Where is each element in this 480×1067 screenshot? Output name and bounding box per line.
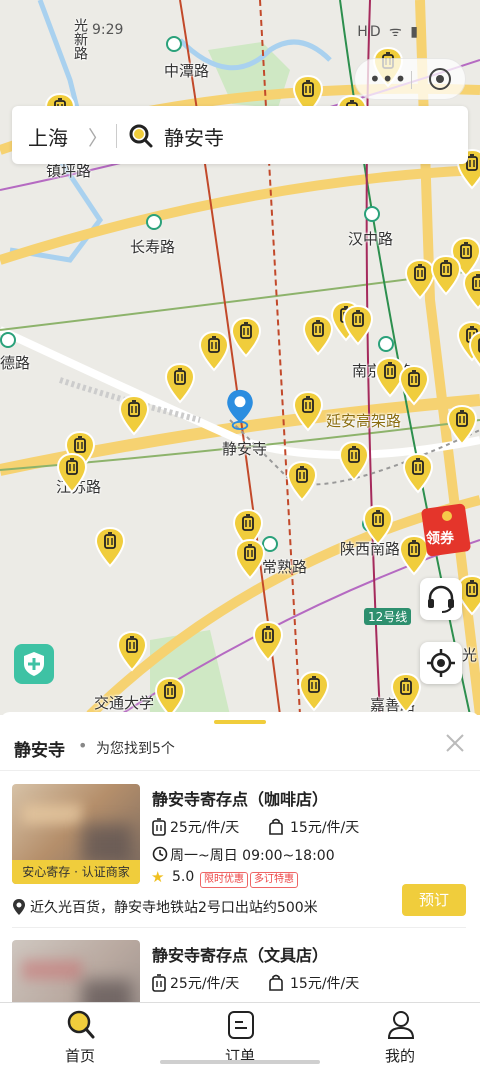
location-pin-icon — [13, 899, 25, 915]
promo-tag: 多订特惠 — [250, 872, 298, 888]
clock-icon — [152, 846, 168, 862]
metro-station-icon — [146, 214, 162, 230]
luggage-pin-icon[interactable] — [362, 504, 394, 546]
store-name[interactable]: 静安寺寄存点（文具店） — [152, 942, 328, 966]
luggage-pin-icon[interactable] — [94, 526, 126, 568]
close-miniprogram-icon[interactable] — [429, 68, 451, 90]
luggage-pin-icon[interactable] — [154, 676, 186, 715]
star-icon: ★ — [151, 868, 165, 886]
status-time: 9:29 — [92, 22, 124, 38]
tab-orders[interactable]: 订单 — [190, 1007, 290, 1067]
tab-home-label: 首页 — [64, 1047, 95, 1065]
luggage-pin-icon[interactable] — [234, 538, 266, 580]
home-indicator — [160, 1060, 320, 1064]
luggage-pin-icon[interactable] — [446, 404, 478, 446]
status-bar: 9:29 HD ᯤ ▮ — [0, 0, 480, 40]
map-label-changshu: 常熟路 — [262, 558, 308, 576]
search-bar[interactable]: 上海 〉 静安寺 — [12, 106, 468, 164]
locate-button[interactable] — [420, 642, 462, 684]
map-label-zhongtan: 中潭路 — [164, 62, 210, 80]
luggage-pin-icon[interactable] — [468, 330, 480, 372]
title-separator-dot: • — [78, 736, 88, 755]
header-divider — [0, 770, 480, 771]
store-rating: 5.0 — [172, 869, 195, 885]
small-bag-price: 15元/件/天 — [290, 976, 360, 992]
luggage-pin-icon[interactable] — [286, 460, 318, 502]
city-selector[interactable]: 上海 — [28, 122, 68, 151]
luggage-pin-icon[interactable] — [342, 304, 374, 346]
small-bag-icon — [269, 974, 283, 991]
tab-home[interactable]: 首页 — [30, 1007, 130, 1067]
map-label-yanan: 延安高架路 — [326, 412, 402, 430]
luggage-pin-icon[interactable] — [118, 394, 150, 436]
shield-plus-icon[interactable] — [14, 644, 54, 684]
coupon-label: 领券 — [426, 531, 454, 547]
capsule-divider — [411, 71, 412, 89]
luggage-pin-icon[interactable] — [56, 452, 88, 494]
tab-profile[interactable]: 我的 — [350, 1007, 450, 1067]
close-icon[interactable] — [444, 732, 466, 754]
book-button[interactable]: 预订 — [402, 884, 466, 916]
luggage-pin-icon[interactable] — [430, 254, 462, 296]
metro-station-icon — [378, 336, 394, 352]
luggage-pin-icon[interactable] — [164, 362, 196, 404]
orders-icon — [228, 1011, 254, 1039]
miniprogram-capsule[interactable]: ••• — [354, 58, 466, 100]
certified-badge: 安心寄存 · 认证商家 — [12, 860, 140, 884]
luggage-pin-icon[interactable] — [402, 452, 434, 494]
luggage-pin-icon[interactable] — [252, 620, 284, 662]
map-label-line12: 12号线 — [364, 608, 412, 625]
customer-service-button[interactable] — [420, 578, 462, 620]
luggage-pin-icon[interactable] — [116, 630, 148, 672]
more-icon[interactable]: ••• — [369, 67, 407, 91]
luggage-pin-icon[interactable] — [462, 268, 480, 310]
store-photo — [12, 940, 140, 1002]
luggage-pin-icon[interactable] — [298, 670, 330, 712]
location-marker-icon — [227, 389, 253, 430]
store-card[interactable]: 安心寄存 · 认证商家 静安寺寄存点（咖啡店） 25元/件/天 15元/件/天 … — [0, 784, 480, 940]
map-label-de: 德路 — [0, 354, 31, 372]
map-label-hanzhong: 汉中路 — [348, 230, 394, 248]
card-divider — [12, 927, 466, 928]
large-luggage-price: 25元/件/天 — [170, 976, 240, 992]
luggage-pin-icon[interactable] — [198, 330, 230, 372]
search-icon — [129, 124, 153, 148]
opening-hours: 周一~周日 09:00~18:00 — [170, 848, 335, 864]
status-indicators: HD ᯤ ▮ — [357, 24, 420, 40]
results-count: 为您找到5个 — [96, 741, 175, 757]
map-label-guang: 光 — [462, 646, 478, 664]
large-luggage-icon — [152, 818, 166, 836]
map-label-jiaotong: 交通大学 — [94, 694, 155, 712]
user-icon — [387, 1011, 415, 1039]
luggage-pin-icon[interactable] — [230, 316, 262, 358]
promo-tag: 限时优惠 — [200, 872, 248, 888]
luggage-pin-icon[interactable] — [398, 364, 430, 406]
large-luggage-icon — [152, 974, 166, 992]
map-label-jingansi: 静安寺 — [222, 440, 268, 458]
coupon-button[interactable]: 领券 — [420, 500, 480, 560]
small-bag-price: 15元/件/天 — [290, 820, 360, 836]
results-sheet[interactable]: 静安寺 • 为您找到5个 安心寄存 · 认证商家 静安寺寄存点（咖啡店） 25元… — [0, 712, 480, 1002]
luggage-pin-icon[interactable] — [292, 390, 324, 432]
sheet-drag-handle[interactable] — [214, 720, 266, 724]
search-divider — [116, 124, 117, 148]
store-address: 近久光百货，静安寺地铁站2号口出站约500米 — [30, 900, 318, 916]
map-label-changshou: 长寿路 — [130, 238, 176, 256]
store-card[interactable]: 静安寺寄存点（文具店） 25元/件/天 15元/件/天 — [0, 940, 480, 1002]
search-input[interactable]: 静安寺 — [164, 122, 224, 151]
metro-station-icon — [364, 206, 380, 222]
chevron-right-icon: 〉 — [88, 126, 108, 150]
headset-icon — [428, 585, 454, 613]
tab-profile-label: 我的 — [384, 1047, 415, 1065]
crosshair-icon — [427, 649, 455, 677]
results-title: 静安寺 — [14, 741, 65, 761]
store-name[interactable]: 静安寺寄存点（咖啡店） — [152, 786, 328, 810]
large-luggage-price: 25元/件/天 — [170, 820, 240, 836]
small-bag-icon — [269, 818, 283, 835]
home-search-icon — [67, 1010, 95, 1039]
bottom-tab-bar: 首页 订单 我的 — [0, 1002, 480, 1067]
metro-station-icon — [0, 332, 16, 348]
luggage-pin-icon[interactable] — [338, 440, 370, 482]
luggage-pin-icon[interactable] — [390, 672, 422, 714]
